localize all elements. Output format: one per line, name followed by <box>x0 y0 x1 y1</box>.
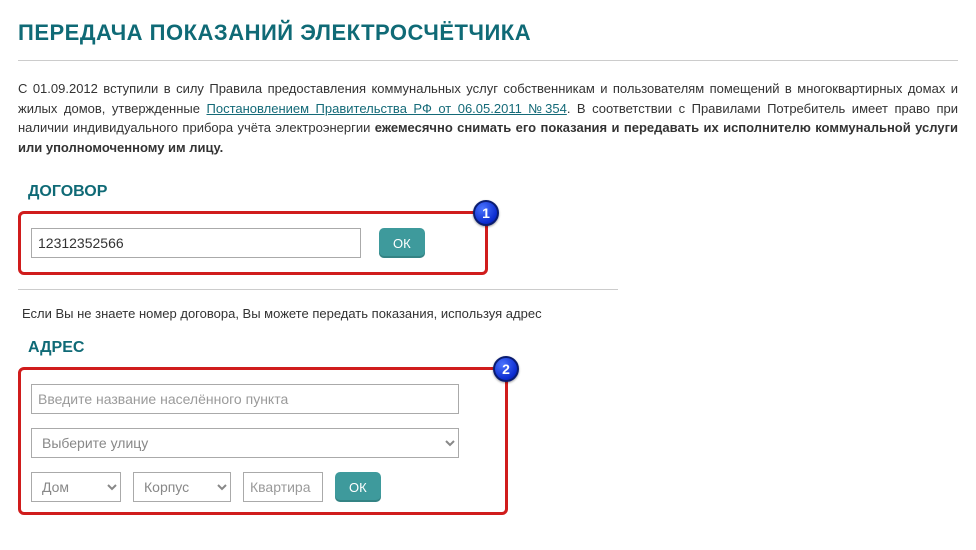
callout-badge-1: 1 <box>473 200 499 226</box>
address-section-heading: АДРЕС <box>28 339 958 357</box>
address-ok-button[interactable]: ОК <box>335 472 381 502</box>
city-input[interactable] <box>31 384 459 414</box>
divider <box>18 60 958 61</box>
contract-section-heading: ДОГОВОР <box>28 183 958 201</box>
street-select[interactable]: Выберите улицу <box>31 428 459 458</box>
korpus-select[interactable]: Корпус <box>133 472 231 502</box>
house-select[interactable]: Дом <box>31 472 121 502</box>
intro-paragraph: С 01.09.2012 вступили в силу Правила пре… <box>18 79 958 157</box>
regulation-link[interactable]: Постановлением Правительства РФ от 06.05… <box>207 101 567 116</box>
address-callout: 2 Выберите улицу Дом Корпус ОК <box>18 367 508 515</box>
contract-callout: 1 ОК <box>18 211 488 275</box>
contract-ok-button[interactable]: ОК <box>379 228 425 258</box>
callout-badge-2: 2 <box>493 356 519 382</box>
page-title: ПЕРЕДАЧА ПОКАЗАНИЙ ЭЛЕКТРОСЧЁТЧИКА <box>18 20 958 46</box>
divider-2 <box>18 289 618 290</box>
no-contract-note: Если Вы не знаете номер договора, Вы мож… <box>22 306 958 321</box>
contract-number-input[interactable] <box>31 228 361 258</box>
apartment-input[interactable] <box>243 472 323 502</box>
